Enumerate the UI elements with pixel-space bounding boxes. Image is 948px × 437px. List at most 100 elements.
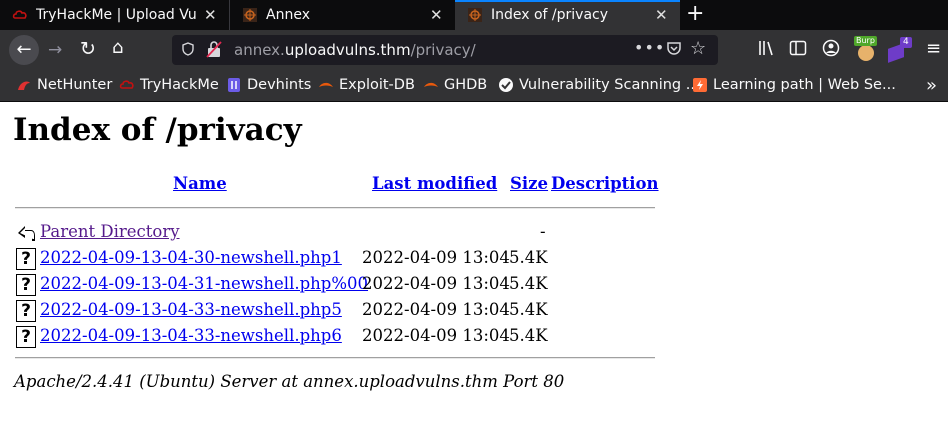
tab-annex[interactable]: Annex ✕ — [229, 0, 454, 30]
learning-path-icon — [693, 78, 707, 92]
file-name: 2022-04-09-13-04-30-newshell.php1 — [40, 248, 342, 268]
file-link[interactable]: 2022-04-09-13-04-30-newshell.php1 — [40, 248, 342, 267]
unknown-file-icon: ? — [16, 274, 36, 296]
vuln-scan-icon — [499, 78, 513, 92]
bookmark-label: Exploit-DB — [339, 77, 415, 93]
column-header-size: Size — [510, 174, 548, 194]
bookmark-nethunter[interactable]: NetHunter — [16, 76, 112, 94]
exploitdb-icon — [319, 82, 333, 87]
back-button[interactable]: ← — [9, 35, 39, 65]
file-modified: 2022-04-09 13:04 — [362, 248, 510, 267]
divider — [15, 357, 655, 359]
parent-directory-row: Parent Directory - — [0, 222, 700, 246]
url-path: /privacy/ — [410, 41, 476, 59]
extension-cube-icon[interactable]: 4 — [884, 36, 912, 63]
bookmark-exploit-db[interactable]: Exploit-DB — [318, 76, 415, 94]
burp-proxy-extension-icon[interactable]: Burp — [852, 36, 880, 62]
tab-strip: TryHackMe | Upload Vuln ✕ Annex ✕ Index … — [0, 0, 948, 30]
file-size: 5.4K — [509, 326, 548, 345]
sort-by-description-link[interactable]: Description — [551, 174, 659, 193]
insecure-lock-icon[interactable] — [206, 40, 222, 58]
file-size: 5.4K — [509, 274, 548, 293]
hamburger-menu-icon[interactable]: ≡ — [926, 39, 941, 59]
file-row: ? 2022-04-09-13-04-31-newshell.php%00 20… — [0, 274, 700, 298]
pocket-icon[interactable] — [666, 40, 682, 56]
bookmark-tryhackme[interactable]: TryHackMe — [119, 76, 219, 94]
column-header-last-modified: Last modified — [372, 174, 497, 194]
bookmark-label: NetHunter — [37, 77, 113, 93]
annex-favicon-icon — [243, 8, 257, 22]
close-tab-icon[interactable]: ✕ — [655, 6, 668, 24]
file-name: 2022-04-09-13-04-33-newshell.php6 — [40, 326, 342, 346]
annex-favicon-icon — [468, 8, 482, 22]
extension-count-badge: 4 — [900, 37, 912, 48]
sort-by-last-modified-link[interactable]: Last modified — [372, 174, 497, 193]
file-name: 2022-04-09-13-04-33-newshell.php5 — [40, 300, 342, 320]
bookmark-label: Vulnerability Scanning ... — [519, 77, 700, 93]
url-text[interactable]: annex.uploadvulns.thm/privacy/ — [234, 40, 476, 60]
file-name: 2022-04-09-13-04-31-newshell.php%00 — [40, 274, 368, 294]
bookmarks-toolbar: NetHunter TryHackMe Devhints Exploit-DB … — [0, 70, 948, 102]
sort-by-name-link[interactable]: Name — [173, 174, 227, 193]
home-button[interactable]: ⌂ — [112, 38, 123, 58]
burp-badge: Burp — [854, 36, 877, 46]
unknown-file-icon: ? — [16, 326, 36, 348]
bookmark-label: Learning path | Web Se... — [713, 77, 896, 93]
library-icon[interactable] — [758, 39, 776, 57]
file-modified: 2022-04-09 13:04 — [362, 274, 510, 293]
burp-face-icon — [858, 45, 874, 61]
server-signature: Apache/2.4.41 (Ubuntu) Server at annex.u… — [14, 372, 565, 391]
unknown-file-icon: ? — [16, 300, 36, 322]
tab-privacy-index[interactable]: Index of /privacy ✕ — [455, 0, 680, 30]
file-name: Parent Directory — [40, 222, 180, 242]
sort-by-size-link[interactable]: Size — [510, 174, 548, 193]
bookmark-label: Devhints — [247, 77, 312, 93]
url-subdomain: annex. — [234, 41, 285, 59]
file-modified: 2022-04-09 13:04 — [362, 326, 510, 345]
file-size: 5.4K — [509, 248, 548, 267]
nethunter-icon — [18, 81, 30, 90]
tab-title: Index of /privacy — [491, 7, 609, 23]
divider — [15, 207, 655, 209]
column-header-description: Description — [551, 174, 659, 194]
file-link[interactable]: 2022-04-09-13-04-33-newshell.php5 — [40, 300, 342, 319]
tracking-protection-shield-icon[interactable] — [182, 42, 194, 56]
address-bar[interactable]: annex.uploadvulns.thm/privacy/ ••• ☆ — [172, 35, 718, 65]
close-tab-icon[interactable]: ✕ — [204, 6, 217, 24]
bookmark-label: TryHackMe — [140, 77, 219, 93]
tryhackme-favicon-icon — [12, 10, 27, 19]
file-size: - — [540, 222, 546, 241]
bookmark-star-icon[interactable]: ☆ — [690, 38, 706, 59]
sidebar-toggle-icon[interactable] — [789, 39, 807, 57]
url-host: uploadvulns.thm — [284, 41, 411, 59]
forward-button[interactable]: → — [48, 40, 62, 60]
bookmarks-overflow-chevron-icon[interactable]: » — [926, 75, 937, 96]
ghdb-icon — [424, 82, 438, 87]
unknown-file-icon: ? — [16, 248, 36, 270]
parent-directory-link[interactable]: Parent Directory — [40, 222, 180, 241]
file-size: 5.4K — [509, 300, 548, 319]
file-link[interactable]: 2022-04-09-13-04-33-newshell.php6 — [40, 326, 342, 345]
tryhackme-icon — [119, 80, 134, 89]
back-arrow-folder-icon — [18, 226, 35, 241]
devhints-icon — [228, 78, 240, 92]
bookmark-learning-path[interactable]: Learning path | Web Se... — [692, 76, 896, 94]
tab-tryhackme[interactable]: TryHackMe | Upload Vuln ✕ — [0, 0, 229, 30]
file-link[interactable]: 2022-04-09-13-04-31-newshell.php%00 — [40, 274, 368, 293]
tab-title: Annex — [266, 7, 310, 23]
bookmark-ghdb[interactable]: GHDB — [423, 76, 487, 94]
bookmark-devhints[interactable]: Devhints — [226, 76, 311, 94]
account-icon[interactable] — [822, 39, 840, 57]
reload-button[interactable]: ↻ — [80, 39, 96, 59]
close-tab-icon[interactable]: ✕ — [430, 6, 443, 24]
page-title: Index of /privacy — [13, 112, 302, 148]
bookmark-vulnerability-scanning[interactable]: Vulnerability Scanning ... — [498, 76, 700, 94]
bookmark-label: GHDB — [444, 77, 488, 93]
column-header-name: Name — [173, 174, 227, 194]
file-modified: 2022-04-09 13:04 — [362, 300, 510, 319]
navigation-toolbar: ← → ↻ ⌂ annex.uploadvulns.thm/privacy/ •… — [0, 30, 948, 70]
file-row: ? 2022-04-09-13-04-30-newshell.php1 2022… — [0, 248, 700, 272]
page-actions-menu-icon[interactable]: ••• — [634, 38, 665, 57]
file-row: ? 2022-04-09-13-04-33-newshell.php6 2022… — [0, 326, 700, 350]
new-tab-button[interactable]: + — [686, 2, 704, 26]
